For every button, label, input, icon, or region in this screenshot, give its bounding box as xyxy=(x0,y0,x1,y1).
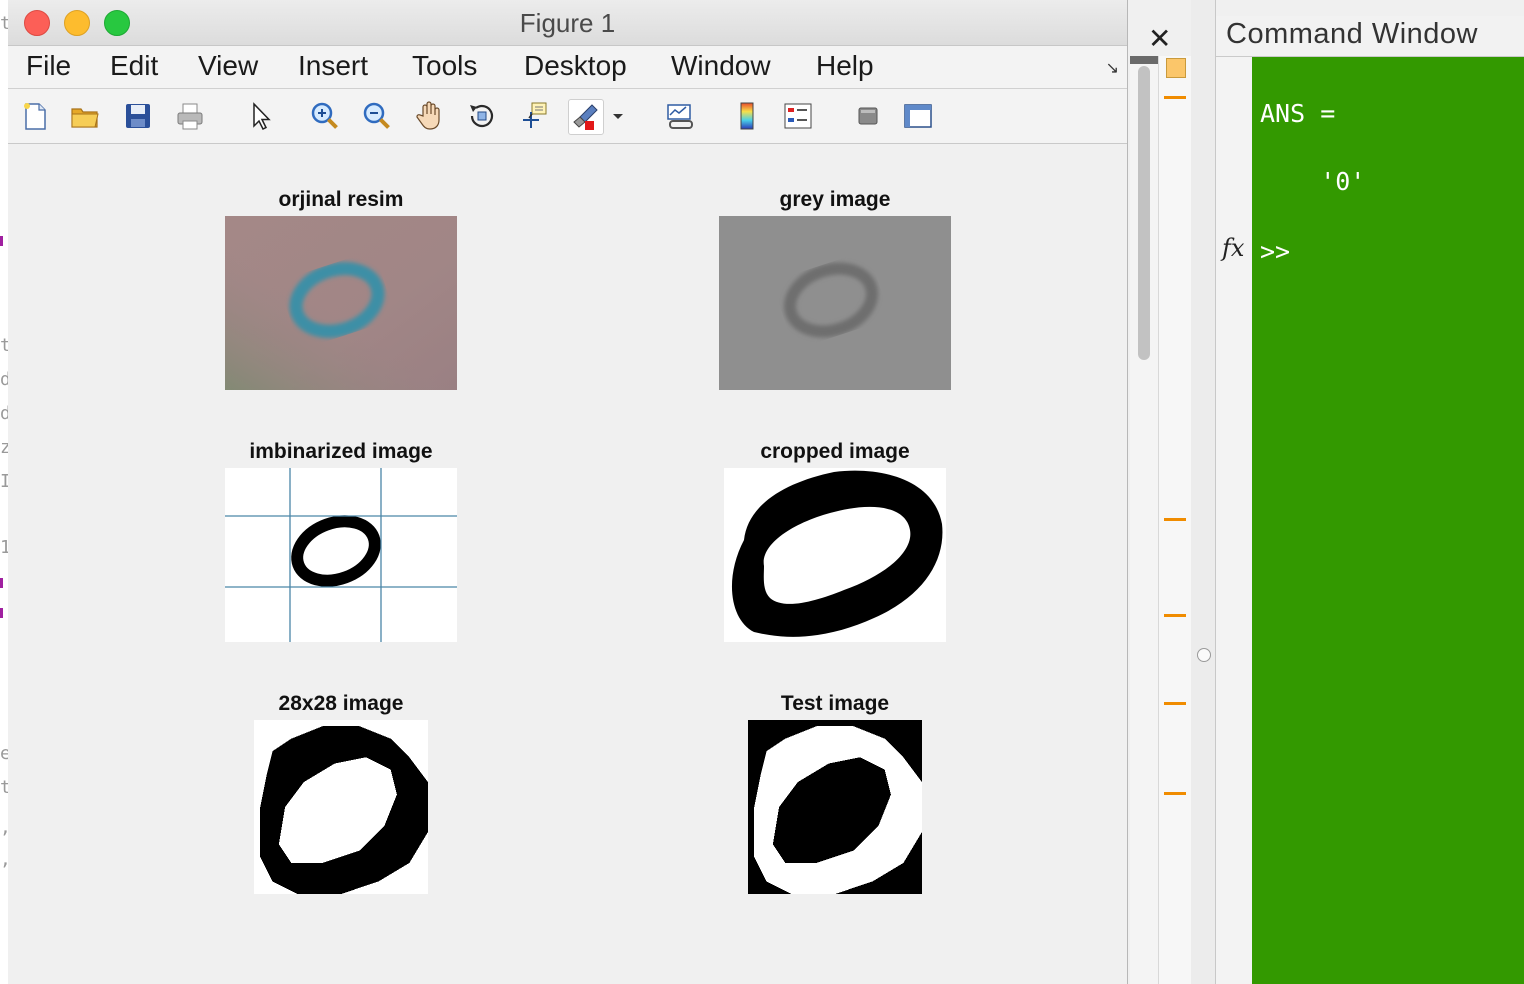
menu-window[interactable]: Window xyxy=(671,50,771,82)
analyzer-warning-marker[interactable] xyxy=(1164,792,1186,795)
analyzer-warning-marker[interactable] xyxy=(1164,614,1186,617)
menu-insert[interactable]: Insert xyxy=(298,50,368,82)
link-plot-icon[interactable] xyxy=(663,99,697,133)
zoom-in-icon[interactable] xyxy=(308,99,342,133)
menu-help[interactable]: Help xyxy=(816,50,874,82)
title-bar[interactable]: Figure 1 xyxy=(8,0,1127,46)
grey-image xyxy=(719,216,951,390)
panel-splitter[interactable] xyxy=(1191,0,1216,984)
print-icon[interactable] xyxy=(173,99,207,133)
zoom-out-icon[interactable] xyxy=(360,99,394,133)
data-cursor-icon[interactable] xyxy=(518,99,552,133)
edit-pointer-icon[interactable] xyxy=(243,99,277,133)
command-prompt[interactable]: >> xyxy=(1260,237,1290,266)
subplot-title: 28x28 image xyxy=(278,692,404,715)
test-image xyxy=(748,720,922,894)
close-icon[interactable]: ✕ xyxy=(1148,22,1171,55)
brush-dropdown-icon[interactable] xyxy=(608,99,628,133)
pan-hand-icon[interactable] xyxy=(413,99,447,133)
menu-bar: File Edit View Insert Tools Desktop Wind… xyxy=(8,46,1127,89)
show-plot-tools-icon[interactable] xyxy=(901,99,935,133)
figure-canvas: orjinal resim grey image imbinarized ima… xyxy=(8,144,1127,984)
subplot-title: Test image xyxy=(780,692,890,715)
rotate-3d-icon[interactable] xyxy=(465,99,499,133)
analyzer-warning-marker[interactable] xyxy=(1164,518,1186,521)
subplot-title: orjinal resim xyxy=(278,188,404,211)
analyzer-warning-marker[interactable] xyxy=(1164,702,1186,705)
menu-desktop[interactable]: Desktop xyxy=(524,50,627,82)
command-window-margin xyxy=(1216,57,1252,984)
analyzer-warning-marker[interactable] xyxy=(1164,96,1186,99)
menu-view[interactable]: View xyxy=(198,50,258,82)
editor-marker xyxy=(0,236,3,246)
menu-file[interactable]: File xyxy=(26,50,71,82)
colorbar-icon[interactable] xyxy=(730,99,764,133)
original-image xyxy=(225,216,457,390)
subplot-title: grey image xyxy=(779,188,891,211)
function-browser-icon[interactable]: fx xyxy=(1222,234,1244,262)
command-window-body[interactable]: ANS = '0' >> xyxy=(1252,57,1524,984)
command-output-value: '0' xyxy=(1260,167,1366,196)
image-28x28 xyxy=(254,720,428,894)
brush-icon[interactable] xyxy=(568,99,604,135)
command-window-header: Command Window xyxy=(1216,16,1524,57)
subplot-title: imbinarized image xyxy=(249,440,433,463)
save-icon[interactable] xyxy=(121,99,155,133)
legend-icon[interactable] xyxy=(781,99,815,133)
subplot-title: cropped image xyxy=(760,440,910,463)
open-file-icon[interactable] xyxy=(68,99,102,133)
hide-plot-tools-icon[interactable] xyxy=(851,99,885,133)
figure-window: Figure 1 File Edit View Insert Tools Des… xyxy=(8,0,1128,984)
new-figure-icon[interactable] xyxy=(18,99,52,133)
analyzer-status-icon[interactable] xyxy=(1166,58,1186,78)
menu-tools[interactable]: Tools xyxy=(412,50,477,82)
command-window-title: Command Window xyxy=(1226,18,1478,50)
editor-marker xyxy=(0,608,3,618)
imbinarized-image xyxy=(225,468,457,642)
cropped-image xyxy=(724,468,946,642)
figure-toolbar xyxy=(8,89,1127,144)
scrollbar-top-cap xyxy=(1130,56,1158,64)
menu-edit[interactable]: Edit xyxy=(110,50,158,82)
dock-arrow-icon[interactable]: ↘ xyxy=(1106,58,1119,78)
command-output-line: ANS = xyxy=(1260,99,1336,128)
splitter-handle-icon[interactable] xyxy=(1197,648,1211,662)
window-title: Figure 1 xyxy=(519,8,616,38)
scrollbar-thumb[interactable] xyxy=(1138,66,1150,360)
editor-marker xyxy=(0,578,3,588)
